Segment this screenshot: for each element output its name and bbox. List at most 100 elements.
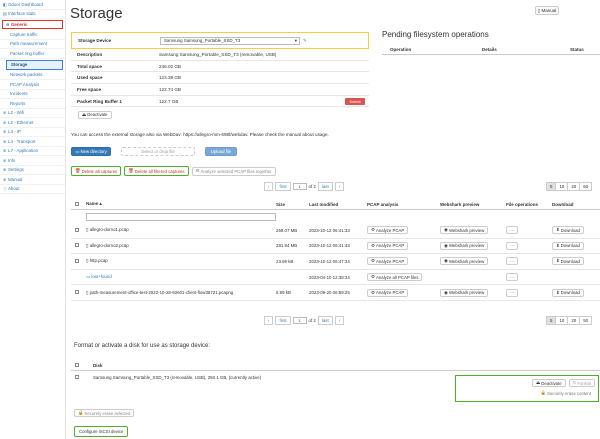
first-page-button[interactable]: first <box>275 316 291 325</box>
sidebar-item-label: Generic <box>11 22 28 27</box>
new-directory-button[interactable]: ▭ New directory <box>71 147 111 156</box>
page-size-option[interactable]: 50 <box>579 182 593 191</box>
file-name[interactable]: allegro-dorno1.pcap <box>90 227 129 232</box>
download-button[interactable]: ⬇ Download <box>552 241 584 250</box>
disk-description: Samsung Samsung_Portable_SSD_T3 (removab… <box>93 374 262 380</box>
info-key: Description <box>77 51 103 57</box>
analyze-pcap-button[interactable]: ⚙ Analyze PCAP <box>367 241 409 250</box>
download-button[interactable]: ⬇ Download <box>552 288 584 297</box>
sidebar-item-about[interactable]: ⓘ About <box>0 185 65 194</box>
file-operations-button[interactable]: ··· <box>506 288 519 297</box>
info-row-total-space: Total space 246.02 GB <box>71 61 369 73</box>
configure-iscsi-button[interactable]: Configure iSCSI device <box>74 426 129 437</box>
sidebar-item-label: Storage <box>11 62 28 67</box>
sidebar-item-l3-ip[interactable]: ⊕ L3 - IP <box>0 128 65 137</box>
header-size[interactable]: Size <box>276 202 309 207</box>
webshark-preview-button[interactable]: ◉ Webshark preview <box>440 257 489 266</box>
analyze-pcap-button[interactable]: ⚙ Analyze PCAP <box>367 288 409 297</box>
files-table-header: Name ▴ Size Last modified PCAP analysis … <box>71 199 600 210</box>
storage-device-select[interactable]: Samsung Samsung_Portable_SSD_T3 ▾ <box>160 36 300 45</box>
sidebar-item-manual[interactable]: ⊕ Manual <box>0 175 65 185</box>
select-all-checkbox[interactable] <box>75 201 79 206</box>
pagination-bottom: ‹ first 1 of 2 last › <box>264 316 345 325</box>
folder-name[interactable]: lost+found <box>91 274 111 279</box>
delete-ring-buffer-button[interactable]: Delete <box>345 97 365 105</box>
format-disk-button[interactable]: ↻ Format <box>568 379 595 387</box>
prev-page-icon[interactable]: ‹ <box>264 316 274 325</box>
sidebar-item-dashboard[interactable]: ◧ Odoor Dashboard <box>0 0 65 10</box>
download-button[interactable]: ⬇ Download <box>552 257 584 266</box>
analyze-pcap-button[interactable]: ⚙ Analyze PCAP <box>367 226 409 235</box>
webshark-preview-button[interactable]: ◉ Webshark preview <box>440 241 489 250</box>
analyze-selected-label: Analyze selected PCAP files together <box>200 168 272 174</box>
sidebar-item-packet-ring-buffer[interactable]: Packet ring buffer <box>0 49 65 59</box>
sidebar-item-generic[interactable]: ⊖ Generic <box>2 20 63 29</box>
row-checkbox[interactable] <box>75 258 79 263</box>
page-number-input[interactable]: 1 <box>292 183 307 190</box>
sidebar-item-settings[interactable]: ⊕ Settings <box>0 166 65 175</box>
prev-page-icon[interactable]: ‹ <box>264 182 274 191</box>
page-number-input[interactable]: 1 <box>292 317 307 324</box>
download-label: Download <box>560 243 580 249</box>
sidebar-item-l4-transport[interactable]: ⊕ L4 - Transport <box>0 137 65 147</box>
sidebar-item-network-packets[interactable]: Network packets <box>0 71 65 80</box>
row-checkbox[interactable] <box>75 243 79 248</box>
last-page-button[interactable]: last <box>317 182 333 191</box>
delete-filtered-captures-button[interactable]: 🗑 Delete all filtered captures <box>124 166 189 176</box>
file-operations-button[interactable]: ··· <box>506 241 519 250</box>
file-name[interactable]: http.pcap <box>90 258 108 263</box>
last-page-button[interactable]: last <box>317 316 333 325</box>
analyze-selected-button[interactable]: ⚙ Analyze selected PCAP files together <box>191 166 276 176</box>
page-size-option[interactable]: 50 <box>579 316 593 325</box>
sidebar-item-l7-application[interactable]: ⊕ L7 - Application <box>0 147 65 156</box>
next-page-icon[interactable]: › <box>334 182 345 191</box>
header-last-modified[interactable]: Last modified <box>309 202 367 207</box>
select-all-disks-checkbox[interactable] <box>75 362 79 367</box>
row-checkbox[interactable] <box>75 227 79 232</box>
download-button[interactable]: ⬇ Download <box>552 226 584 235</box>
deactivate-disk-button[interactable]: ⏏ Deactivate <box>532 379 566 387</box>
sidebar-item-capture-traffic[interactable]: Capture traffic <box>0 30 65 40</box>
webshark-label: Webshark preview <box>448 290 485 296</box>
sidebar-item-info[interactable]: ⊕ Info <box>0 156 65 166</box>
sidebar-item-path-measurement[interactable]: Path measurement <box>0 40 65 49</box>
header-status: Status <box>570 47 584 52</box>
pagination-top: ‹ first 1 of 2 last › <box>264 182 345 191</box>
name-filter-input[interactable] <box>86 212 276 221</box>
row-checkbox[interactable] <box>75 290 79 295</box>
analyze-label: Analyze PCAP <box>376 227 405 233</box>
header-name[interactable]: Name <box>86 201 98 206</box>
sidebar-item-interface-stats[interactable]: ▤ Interface stats <box>0 10 65 19</box>
trash-icon: 🗑 <box>128 168 135 173</box>
disk-checkbox[interactable] <box>75 374 79 379</box>
sidebar-item-l2-ethernet[interactable]: ⊕ L2 - Ethernet <box>0 118 65 128</box>
sidebar-item-label: Reports <box>10 100 26 106</box>
deactivate-button[interactable]: ⏏ Deactivate <box>78 110 112 119</box>
analyze-pcap-button[interactable]: ⚙ Analyze PCAP <box>367 257 409 266</box>
secure-erase-content-button[interactable]: 🔒 Securely erase content <box>536 389 595 397</box>
delete-all-captures-button[interactable]: 🗑 Delete all captures <box>71 166 122 176</box>
webshark-label: Webshark preview <box>448 243 485 249</box>
analyze-all-pcap-button[interactable]: ⚙ Analyze all PCAP files <box>367 273 423 282</box>
file-drop-zone[interactable]: Select or drop file <box>121 147 195 156</box>
next-page-icon[interactable]: › <box>334 316 345 325</box>
info-row-free-space: Free space 122.74 GB <box>71 84 369 96</box>
sidebar-item-pcap-analysis[interactable]: PCAP Analysis <box>0 80 65 90</box>
info-row-description: Description Samsung Samsung_Portable_SSD_… <box>71 49 369 61</box>
file-name[interactable]: allegro-dorno2.pcap <box>90 243 129 248</box>
sidebar-item-incidents[interactable]: Incidents <box>0 90 65 99</box>
sidebar-item-storage[interactable]: Storage <box>6 59 63 70</box>
file-operations-button[interactable]: ··· <box>506 257 519 266</box>
sidebar-item-reports[interactable]: Reports <box>0 99 65 109</box>
file-name[interactable]: path-measurement-office-test-2022-10-28-… <box>90 290 234 295</box>
webshark-preview-button[interactable]: ◉ Webshark preview <box>440 226 489 235</box>
file-operations-button[interactable]: ··· <box>506 273 519 282</box>
sidebar-item-l2-wifi[interactable]: ⊕ L2 - Wifi <box>0 109 65 118</box>
first-page-button[interactable]: first <box>275 182 291 191</box>
webshark-preview-button[interactable]: ◉ Webshark preview <box>440 288 489 297</box>
file-operations-button[interactable]: ··· <box>506 226 519 235</box>
edit-icon[interactable]: ✎ <box>303 38 307 44</box>
upload-file-button[interactable]: Upload file <box>205 147 237 156</box>
manual-button[interactable]: ▯ Manual <box>535 6 559 15</box>
secure-erase-selected-button[interactable]: 🔒 Securely erase selected <box>74 409 135 417</box>
